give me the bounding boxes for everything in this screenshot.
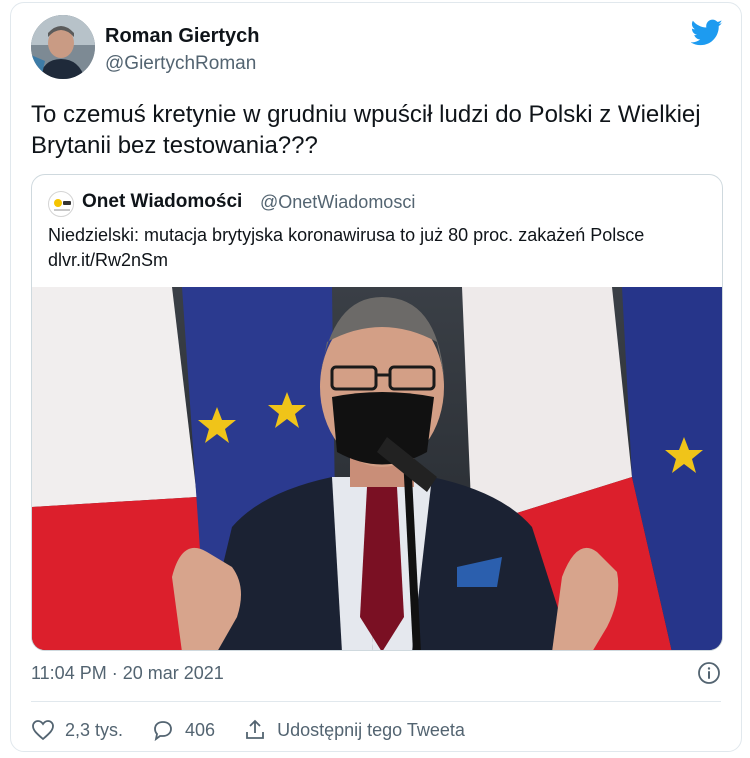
- tweet-actions: 2,3 tys. 406 Udostępnij tego Tweeta: [31, 715, 493, 745]
- quoted-author-name[interactable]: Onet Wiadomości: [82, 191, 242, 213]
- like-button[interactable]: 2,3 tys.: [31, 718, 123, 742]
- quoted-avatar[interactable]: [48, 191, 74, 217]
- info-icon[interactable]: [697, 661, 721, 685]
- author-name[interactable]: Roman Giertych: [105, 25, 259, 48]
- heart-icon: [32, 720, 54, 741]
- tweet-text: To czemuś kretynie w grudniu wpuścił lud…: [31, 101, 701, 159]
- speech-bubble-icon: [154, 721, 172, 742]
- quoted-author-handle[interactable]: @OnetWiadomosci: [260, 192, 415, 213]
- share-button[interactable]: Udostępnij tego Tweeta: [243, 718, 465, 742]
- tweet-card[interactable]: Roman Giertych @GiertychRoman To czemuś …: [10, 2, 742, 752]
- quoted-photo[interactable]: [32, 287, 722, 650]
- quoted-tweet[interactable]: Onet Wiadomości @OnetWiadomosci Niedziel…: [31, 174, 723, 651]
- author-handle[interactable]: @GiertychRoman: [105, 53, 256, 75]
- share-upload-icon: [246, 719, 264, 739]
- like-count: 2,3 tys.: [65, 719, 124, 740]
- divider: [31, 701, 721, 702]
- share-label: Udostępnij tego Tweeta: [277, 719, 465, 740]
- twitter-bird-icon[interactable]: [690, 19, 723, 47]
- reply-count: 406: [185, 719, 216, 740]
- reply-button[interactable]: 406: [151, 718, 215, 742]
- quoted-text: Niedzielski: mutacja brytyjska koronawir…: [48, 225, 645, 270]
- author-avatar[interactable]: [31, 15, 95, 79]
- tweet-timestamp[interactable]: 11:04 PM · 20 mar 2021: [31, 663, 224, 684]
